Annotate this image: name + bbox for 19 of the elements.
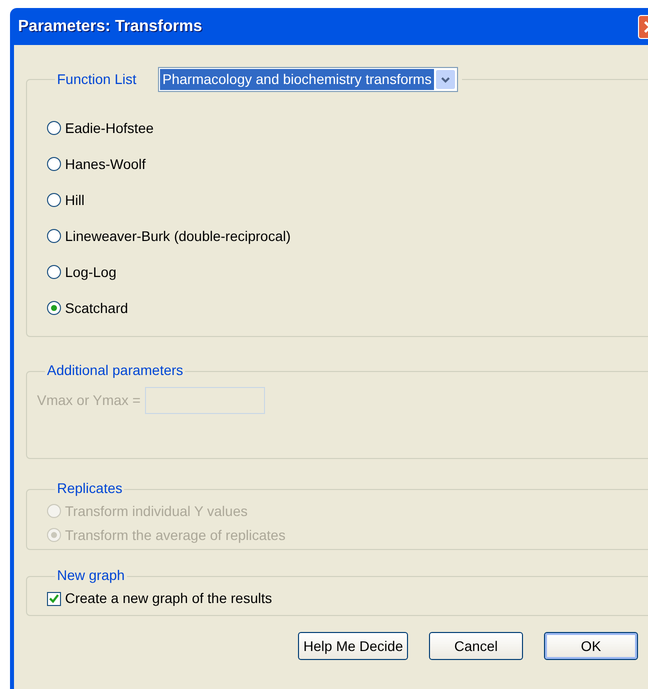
radio-label: Hanes-Woolf	[65, 154, 146, 174]
group-label: Function List	[56, 70, 138, 89]
radio-label: Lineweaver-Burk (double-reciprocal)	[65, 226, 291, 246]
radio-label: Transform the average of replicates	[65, 526, 286, 545]
group-label: Additional parameters	[46, 362, 184, 378]
group-label: New graph	[56, 567, 126, 583]
checkbox-label: Create a new graph of the results	[65, 589, 272, 608]
radio-label: Transform individual Y values	[65, 502, 248, 520]
radio-label: Log-Log	[65, 262, 116, 282]
radio-label: Eadie-Hofstee	[65, 118, 154, 138]
radio-label: Scatchard	[65, 298, 128, 318]
radio-label: Hill	[65, 190, 84, 210]
dialog-button[interactable]: OK	[544, 632, 638, 660]
dialog-button[interactable]: Cancel	[429, 632, 523, 660]
group-label: Replicates	[56, 480, 124, 496]
field-label: Vmax or Ymax =	[37, 391, 141, 410]
function-dropdown[interactable]: Pharmacology and biochemistry transforms	[158, 67, 458, 92]
dialog-button[interactable]: Help Me Decide	[298, 632, 408, 660]
window-title: Parameters: Transforms	[18, 16, 202, 36]
